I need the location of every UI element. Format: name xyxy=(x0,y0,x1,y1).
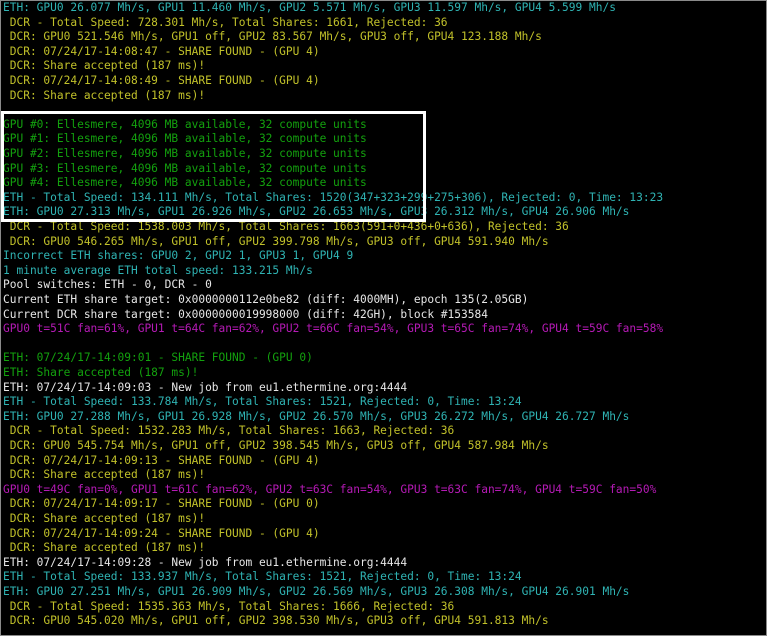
console-line: DCR: Share accepted (187 ms)! xyxy=(3,541,206,555)
miner-console-output[interactable]: ETH: GPU0 26.077 Mh/s, GPU1 11.460 Mh/s,… xyxy=(0,0,767,636)
console-line: DCR: GPU0 521.546 Mh/s, GPU1 off, GPU2 8… xyxy=(3,30,542,44)
console-line: Incorrect ETH shares: GPU0 2, GPU2 1, GP… xyxy=(3,249,354,263)
console-line: ETH: 07/24/17-14:09:28 - New job from eu… xyxy=(3,555,408,569)
console-line: DCR - Total Speed: 1532.283 Mh/s, Total … xyxy=(3,424,455,438)
console-line: ETH: GPU0 27.251 Mh/s, GPU1 26.909 Mh/s,… xyxy=(3,585,630,598)
console-line: DCR - Total Speed: 1538.003 Mh/s, Total … xyxy=(3,220,569,233)
console-line: DCR: Share accepted (187 ms)! xyxy=(3,88,206,102)
console-line: Pool switches: ETH - 0, DCR - 0 xyxy=(3,278,212,292)
console-line: DCR: GPU0 545.754 Mh/s, GPU1 off, GPU2 3… xyxy=(3,439,549,452)
console-line: DCR: 07/24/17-14:09:13 - SHARE FOUND - (… xyxy=(3,453,320,467)
console-line: ETH: GPU0 27.288 Mh/s, GPU1 26.928 Mh/s,… xyxy=(3,409,630,423)
console-line: DCR: 07/24/17-14:09:17 - SHARE FOUND - (… xyxy=(3,497,320,511)
console-line: DCR: GPU0 545.020 Mh/s, GPU1 off, GPU2 3… xyxy=(3,614,549,628)
console-line: DCR: 07/24/17-14:09:24 - SHARE FOUND - (… xyxy=(3,526,320,540)
console-line: ETH - Total Speed: 133.937 Mh/s, Total S… xyxy=(3,570,522,584)
console-line: ETH: GPU0 26.077 Mh/s, GPU1 11.460 Mh/s,… xyxy=(3,1,616,14)
console-line: Current DCR share target: 0x000000001999… xyxy=(3,307,488,321)
console-line: ETH: 07/24/17-14:09:03 - New job from eu… xyxy=(3,380,408,394)
console-line: DCR: Share accepted (187 ms)! xyxy=(3,512,206,525)
console-line: DCR: Share accepted (187 ms)! xyxy=(3,59,206,73)
console-line: DCR: 07/24/17-14:08:49 - SHARE FOUND - (… xyxy=(3,74,320,87)
console-line: ETH: Share accepted (187 ms)! xyxy=(3,366,199,379)
gpu-list-highlight-box xyxy=(1,111,426,222)
console-line: DCR: Share accepted (187 ms)! xyxy=(3,468,206,482)
console-line: ETH: 07/24/17-14:09:01 - SHARE FOUND - (… xyxy=(3,351,313,365)
console-line: ETH - Total Speed: 133.784 Mh/s, Total S… xyxy=(3,395,522,409)
console-line: DCR: 07/24/17-14:08:47 - SHARE FOUND - (… xyxy=(3,44,320,58)
console-line: GPU0 t=49C fan=0%, GPU1 t=61C fan=62%, G… xyxy=(3,482,657,496)
console-line: DCR - Total Speed: 728.301 Mh/s, Total S… xyxy=(3,15,448,29)
console-line: DCR - Total Speed: 1535.363 Mh/s, Total … xyxy=(3,599,455,613)
console-line: 1 minute average ETH total speed: 133.21… xyxy=(3,263,313,277)
console-line: Current ETH share target: 0x0000000112e0… xyxy=(3,293,529,306)
console-line: DCR: GPU0 546.265 Mh/s, GPU1 off, GPU2 3… xyxy=(3,234,549,248)
console-line: GPU0 t=51C fan=61%, GPU1 t=64C fan=62%, … xyxy=(3,322,664,336)
